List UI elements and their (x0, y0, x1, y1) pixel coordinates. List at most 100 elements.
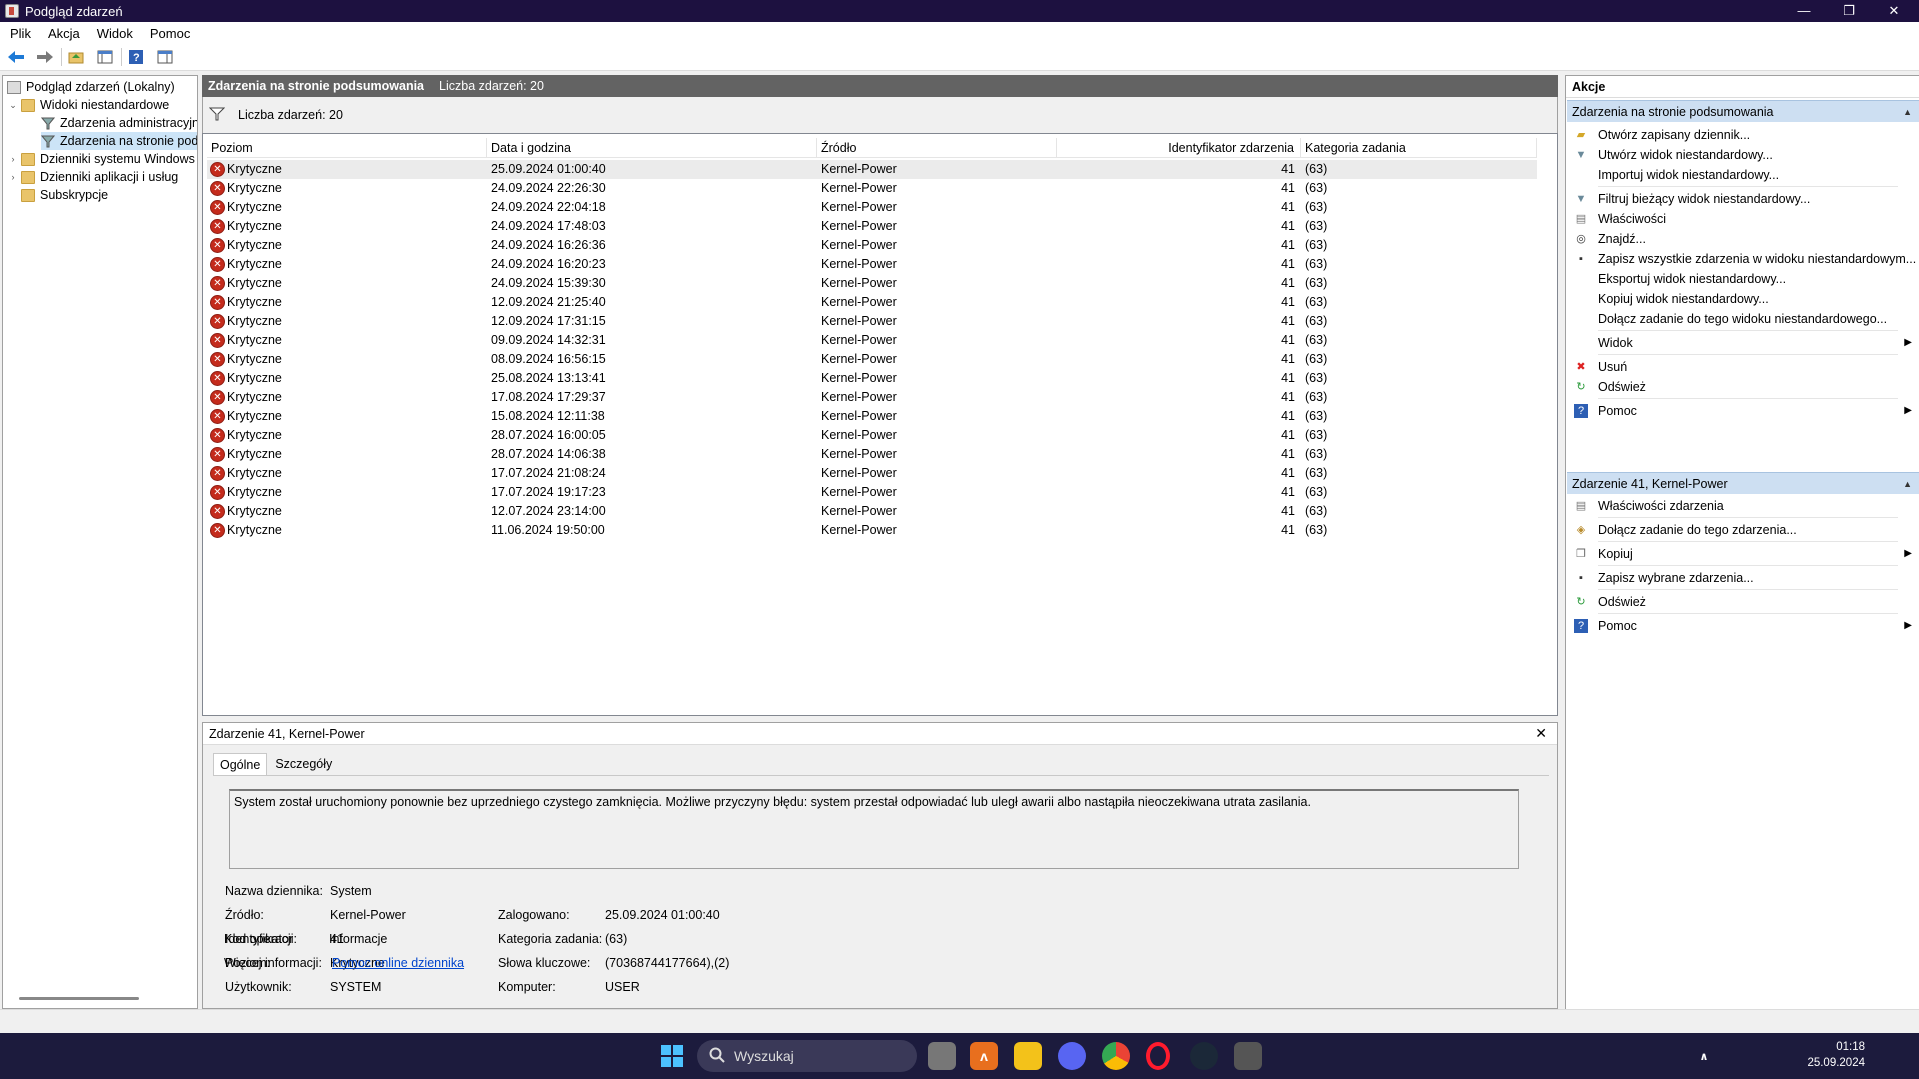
table-row[interactable]: ✕ Krytyczne 25.08.2024 13:13:41 Kernel-Powe… (207, 369, 1537, 388)
show-hide-console-tree-icon[interactable] (95, 47, 115, 67)
action-item[interactable]: Dołącz zadanie do tego widoku niestandar… (1566, 309, 1919, 329)
table-row[interactable]: ✕ Krytyczne 17.07.2024 19:17:23 Kernel-Powe… (207, 483, 1537, 502)
column-source[interactable]: Źródło (817, 138, 1057, 158)
chevron-down-icon[interactable]: ⌄ (7, 96, 19, 114)
action-item[interactable]: ↻ Odśwież (1566, 592, 1919, 612)
table-row[interactable]: ✕ Krytyczne 09.09.2024 14:32:31 Kernel-Powe… (207, 331, 1537, 350)
table-row[interactable]: ✕ Krytyczne 12.09.2024 21:25:40 Kernel-Powe… (207, 293, 1537, 312)
notification-bell-icon[interactable] (1882, 1042, 1902, 1070)
action-item[interactable]: ▤ Właściwości zdarzenia (1566, 496, 1919, 516)
action-item[interactable]: ? Pomoc ▶ (1566, 401, 1919, 421)
actions-section-summary[interactable]: Zdarzenia na stronie podsumowania ▲ (1567, 100, 1919, 122)
action-item[interactable]: ▰ Otwórz zapisany dziennik... (1566, 125, 1919, 145)
close-icon[interactable]: ✕ (1535, 725, 1547, 742)
online-help-link[interactable]: Pomoc online dziennika (332, 956, 464, 970)
action-item[interactable]: ▤ Właściwości (1566, 209, 1919, 229)
tray-app-icon[interactable] (1728, 1042, 1748, 1070)
action-item[interactable]: Eksportuj widok niestandardowy... (1566, 269, 1919, 289)
cell-datetime: 24.09.2024 22:26:30 (491, 181, 606, 195)
tree-item-summary-events[interactable]: Zdarzenia na stronie pod (40, 132, 197, 150)
menu-view[interactable]: Widok (97, 26, 133, 41)
minimize-button[interactable]: — (1781, 0, 1827, 22)
action-item[interactable]: ▼ Filtruj bieżący widok niestandardowy... (1566, 189, 1919, 209)
app-orange-icon[interactable]: ʌ (970, 1042, 998, 1070)
volume-icon[interactable] (1784, 1042, 1804, 1070)
up-folder-icon[interactable] (66, 47, 86, 67)
action-item[interactable]: ▼ Utwórz widok niestandardowy... (1566, 145, 1919, 165)
action-item[interactable]: ↻ Odśwież (1566, 377, 1919, 397)
table-row[interactable]: ✕ Krytyczne 24.09.2024 22:04:18 Kernel-Powe… (207, 198, 1537, 217)
tree-item-custom-views[interactable]: ⌄ Widoki niestandardowe (7, 96, 169, 114)
tree-item-app-logs[interactable]: › Dzienniki aplikacji i usług (7, 168, 179, 186)
table-row[interactable]: ✕ Krytyczne 28.07.2024 16:00:05 Kernel-Powe… (207, 426, 1537, 445)
table-row[interactable]: ✕ Krytyczne 24.09.2024 15:39:30 Kernel-Powe… (207, 274, 1537, 293)
show-hide-action-pane-icon[interactable] (155, 47, 175, 67)
table-row[interactable]: ✕ Krytyczne 24.09.2024 16:26:36 Kernel-Powe… (207, 236, 1537, 255)
column-datetime[interactable]: Data i godzina (487, 138, 817, 158)
menu-file[interactable]: Plik (10, 26, 31, 41)
taskbar-search[interactable]: Wyszukaj (697, 1040, 917, 1072)
tree-item-root[interactable]: Podgląd zdarzeń (Lokalny) (7, 78, 175, 96)
chevron-right-icon[interactable]: › (7, 168, 19, 186)
cell-task-category: (63) (1305, 200, 1328, 214)
action-item[interactable]: ❐ Kopiuj ▶ (1566, 544, 1919, 564)
column-event-id[interactable]: Identyfikator zdarzenia (1057, 138, 1301, 158)
table-row[interactable]: ✕ Krytyczne 24.09.2024 16:20:23 Kernel-Powe… (207, 255, 1537, 274)
action-item[interactable]: Importuj widok niestandardowy... (1566, 165, 1919, 185)
action-item[interactable]: ✖ Usuń (1566, 357, 1919, 377)
windows-start-icon[interactable] (658, 1042, 686, 1070)
chevron-right-icon[interactable]: › (7, 150, 19, 168)
collapse-arrow-icon[interactable]: ▲ (1903, 473, 1912, 495)
action-item[interactable]: ▪ Zapisz wybrane zdarzenia... (1566, 568, 1919, 588)
table-row[interactable]: ✕ Krytyczne 24.09.2024 17:48:03 Kernel-Powe… (207, 217, 1537, 236)
filter-icon (40, 117, 56, 130)
tab-details[interactable]: Szczegóły (269, 753, 338, 775)
column-level[interactable]: Poziom (207, 138, 487, 158)
chrome-icon[interactable] (1102, 1042, 1130, 1070)
tree-item-label: Podgląd zdarzeń (Lokalny) (26, 80, 175, 94)
back-arrow-icon[interactable] (6, 47, 26, 67)
table-row[interactable]: ✕ Krytyczne 24.09.2024 22:26:30 Kernel-Powe… (207, 179, 1537, 198)
task-view-icon[interactable] (928, 1042, 956, 1070)
opera-icon[interactable] (1146, 1042, 1170, 1070)
steam-icon[interactable] (1190, 1042, 1218, 1070)
taskbar-clock[interactable]: 01:18 25.09.2024 (1807, 1039, 1865, 1071)
table-row[interactable]: ✕ Krytyczne 28.07.2024 14:06:38 Kernel-Powe… (207, 445, 1537, 464)
chevron-up-icon[interactable]: ∧ (1695, 1042, 1713, 1070)
table-row[interactable]: ✕ Krytyczne 12.07.2024 23:14:00 Kernel-Powe… (207, 502, 1537, 521)
discord-icon[interactable] (1058, 1042, 1086, 1070)
menu-help[interactable]: Pomoc (150, 26, 190, 41)
table-row[interactable]: ✕ Krytyczne 12.09.2024 17:31:15 Kernel-Powe… (207, 312, 1537, 331)
table-row[interactable]: ✕ Krytyczne 08.09.2024 16:56:15 Kernel-Powe… (207, 350, 1537, 369)
help-icon[interactable]: ? (126, 47, 146, 67)
tree-item-subscriptions[interactable]: Subskrypcje (21, 186, 108, 204)
close-button[interactable]: ✕ (1871, 0, 1917, 22)
action-item[interactable]: ◈ Dołącz zadanie do tego zdarzenia... (1566, 520, 1919, 540)
tree-horizontal-scrollbar[interactable] (19, 997, 139, 1000)
table-row[interactable]: ✕ Krytyczne 17.07.2024 21:08:24 Kernel-Powe… (207, 464, 1537, 483)
network-icon[interactable] (1760, 1042, 1780, 1070)
event-description[interactable]: System został uruchomiony ponownie bez u… (229, 789, 1519, 869)
forward-arrow-icon[interactable] (35, 47, 55, 67)
event-viewer-taskbar-icon[interactable] (1234, 1042, 1262, 1070)
tree-item-admin-events[interactable]: Zdarzenia administracyjn (40, 114, 197, 132)
column-task-category[interactable]: Kategoria zadania (1301, 138, 1537, 158)
action-item[interactable]: Kopiuj widok niestandardowy... (1566, 289, 1919, 309)
file-explorer-icon[interactable] (1014, 1042, 1042, 1070)
tree-item-windows-logs[interactable]: › Dzienniki systemu Windows (7, 150, 195, 168)
actions-section-event[interactable]: Zdarzenie 41, Kernel-Power ▲ (1567, 472, 1919, 494)
tab-general[interactable]: Ogólne (213, 753, 268, 775)
action-label: Pomoc (1598, 619, 1637, 633)
action-item[interactable]: ▪ Zapisz wszystkie zdarzenia w widoku nie… (1566, 249, 1919, 269)
action-item[interactable]: Widok ▶ (1566, 333, 1919, 353)
cell-source: Kernel-Power (821, 390, 897, 404)
maximize-button[interactable]: ❐ (1826, 0, 1872, 22)
menu-action[interactable]: Akcja (48, 26, 80, 41)
table-row[interactable]: ✕ Krytyczne 25.09.2024 01:00:40 Kernel-Powe… (207, 160, 1537, 179)
collapse-arrow-icon[interactable]: ▲ (1903, 101, 1912, 123)
action-item[interactable]: ◎ Znajdź... (1566, 229, 1919, 249)
table-row[interactable]: ✕ Krytyczne 11.06.2024 19:50:00 Kernel-Powe… (207, 521, 1537, 540)
table-row[interactable]: ✕ Krytyczne 15.08.2024 12:11:38 Kernel-Powe… (207, 407, 1537, 426)
action-item[interactable]: ? Pomoc ▶ (1566, 616, 1919, 636)
table-row[interactable]: ✕ Krytyczne 17.08.2024 17:29:37 Kernel-Powe… (207, 388, 1537, 407)
